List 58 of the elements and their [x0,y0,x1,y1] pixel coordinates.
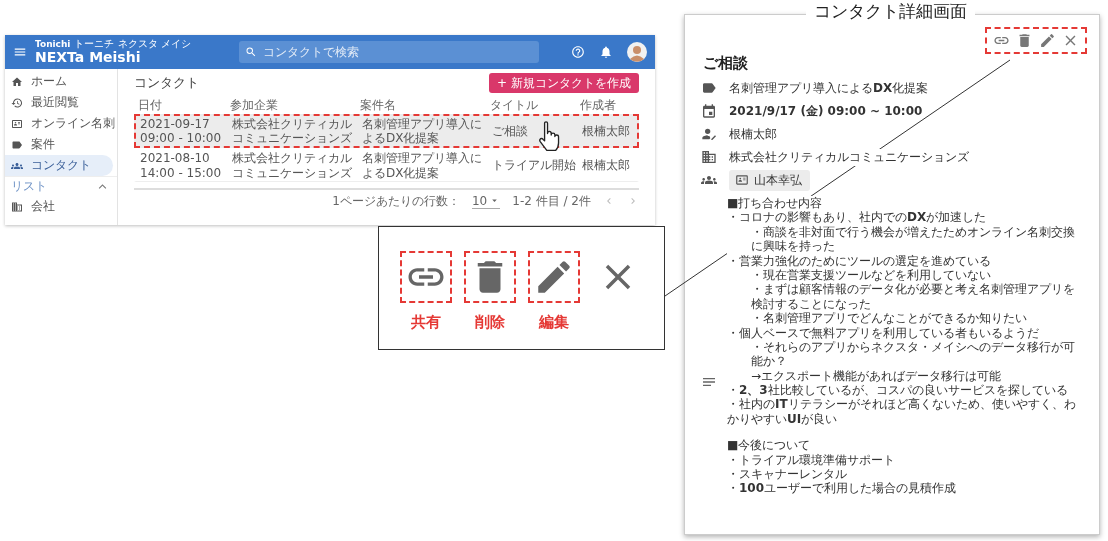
app-logo: NEXTa Meishi [35,49,142,65]
pencil-icon [1039,32,1056,49]
bell-icon [599,45,613,59]
sidebar-item[interactable]: コンタクト [5,155,113,176]
column-header: 案件名 [359,98,397,113]
action-label: 編集 [538,313,569,332]
notifications-button[interactable] [599,45,613,59]
id-card-icon [11,117,23,130]
hand-cursor-icon [538,121,560,152]
page-range: 1-2 件目 / 2件 [512,192,591,210]
contact-title: ご相談 [703,54,749,73]
table-cell-text: 名刺管理アプリ導入によるDX化提案 [361,116,483,146]
table-cell-text: 2021-08-10 14:00 - 15:00 [139,151,223,180]
sidebar-item[interactable]: 案件 [5,134,113,155]
column-header: 参加企業 [229,98,279,113]
building-icon [701,149,717,165]
rows-per-page-select[interactable]: 10 [472,193,501,209]
table-cell-text: 根楠太郎 [581,158,631,173]
help-icon [571,45,585,59]
sidebar-item[interactable]: オンライン名刺 [5,113,113,134]
panel-caption: コンタクト詳細画面 [806,0,975,23]
calendar-icon [701,103,717,119]
rows-per-page-label: 1ページあたりの行数： [332,192,460,210]
history-icon [11,96,23,109]
search-field[interactable]: コンタクトで検索 [238,41,539,63]
page-title: コンタクト [134,74,199,92]
table-cell-text: 株式会社クリティカルコミュニケーションズ [231,151,353,180]
project-name: 名刺管理アプリ導入によるDX化提案 [729,79,929,97]
table-cell-text: トライアル開始 [491,158,577,173]
table-cell-text: 2021-09-17 09:00 - 10:00 [139,116,223,146]
create-contact-button[interactable]: + 新規コンタクトを作成 [488,73,639,93]
column-header: 作成者 [579,98,617,113]
tag-icon [701,80,717,96]
action-label: 削除 [474,313,505,332]
participant-chip[interactable]: 山本幸弘 [729,169,810,191]
home-icon [11,75,23,88]
date-time: 2021/9/17 (金) 09:00 ~ 10:00 [729,102,923,120]
column-header: 日付 [137,98,163,113]
avatar[interactable] [627,42,647,62]
sidebar-item[interactable]: 最近閲覧 [5,92,113,113]
company-name: 株式会社クリティカルコミュニケーションズ [729,148,969,166]
logo-reading: トーニチ ネクスタ メイシ [74,39,191,50]
owner-name: 根楠太郎 [729,125,777,143]
table-cell-text: 名刺管理アプリ導入によるDX化提案 [361,151,483,180]
action-label: 共有 [410,313,441,332]
table-cell-text: 根楠太郎 [581,123,631,139]
sidebar-item[interactable]: ホーム [5,71,113,92]
help-button[interactable] [571,45,585,59]
person-icon [701,126,717,142]
id-card-icon [735,173,749,187]
logo-top: Tonichi [35,40,71,50]
building-icon [11,200,23,213]
edit-button[interactable] [1039,32,1056,49]
chevron-up-icon [98,182,107,191]
table-cell-text: ご相談 [491,123,529,139]
sidebar-item[interactable]: 会社 [5,196,113,217]
column-header: タイトル [489,98,539,113]
table-cell-text: 株式会社クリティカルコミュニケーションズ [231,116,353,146]
